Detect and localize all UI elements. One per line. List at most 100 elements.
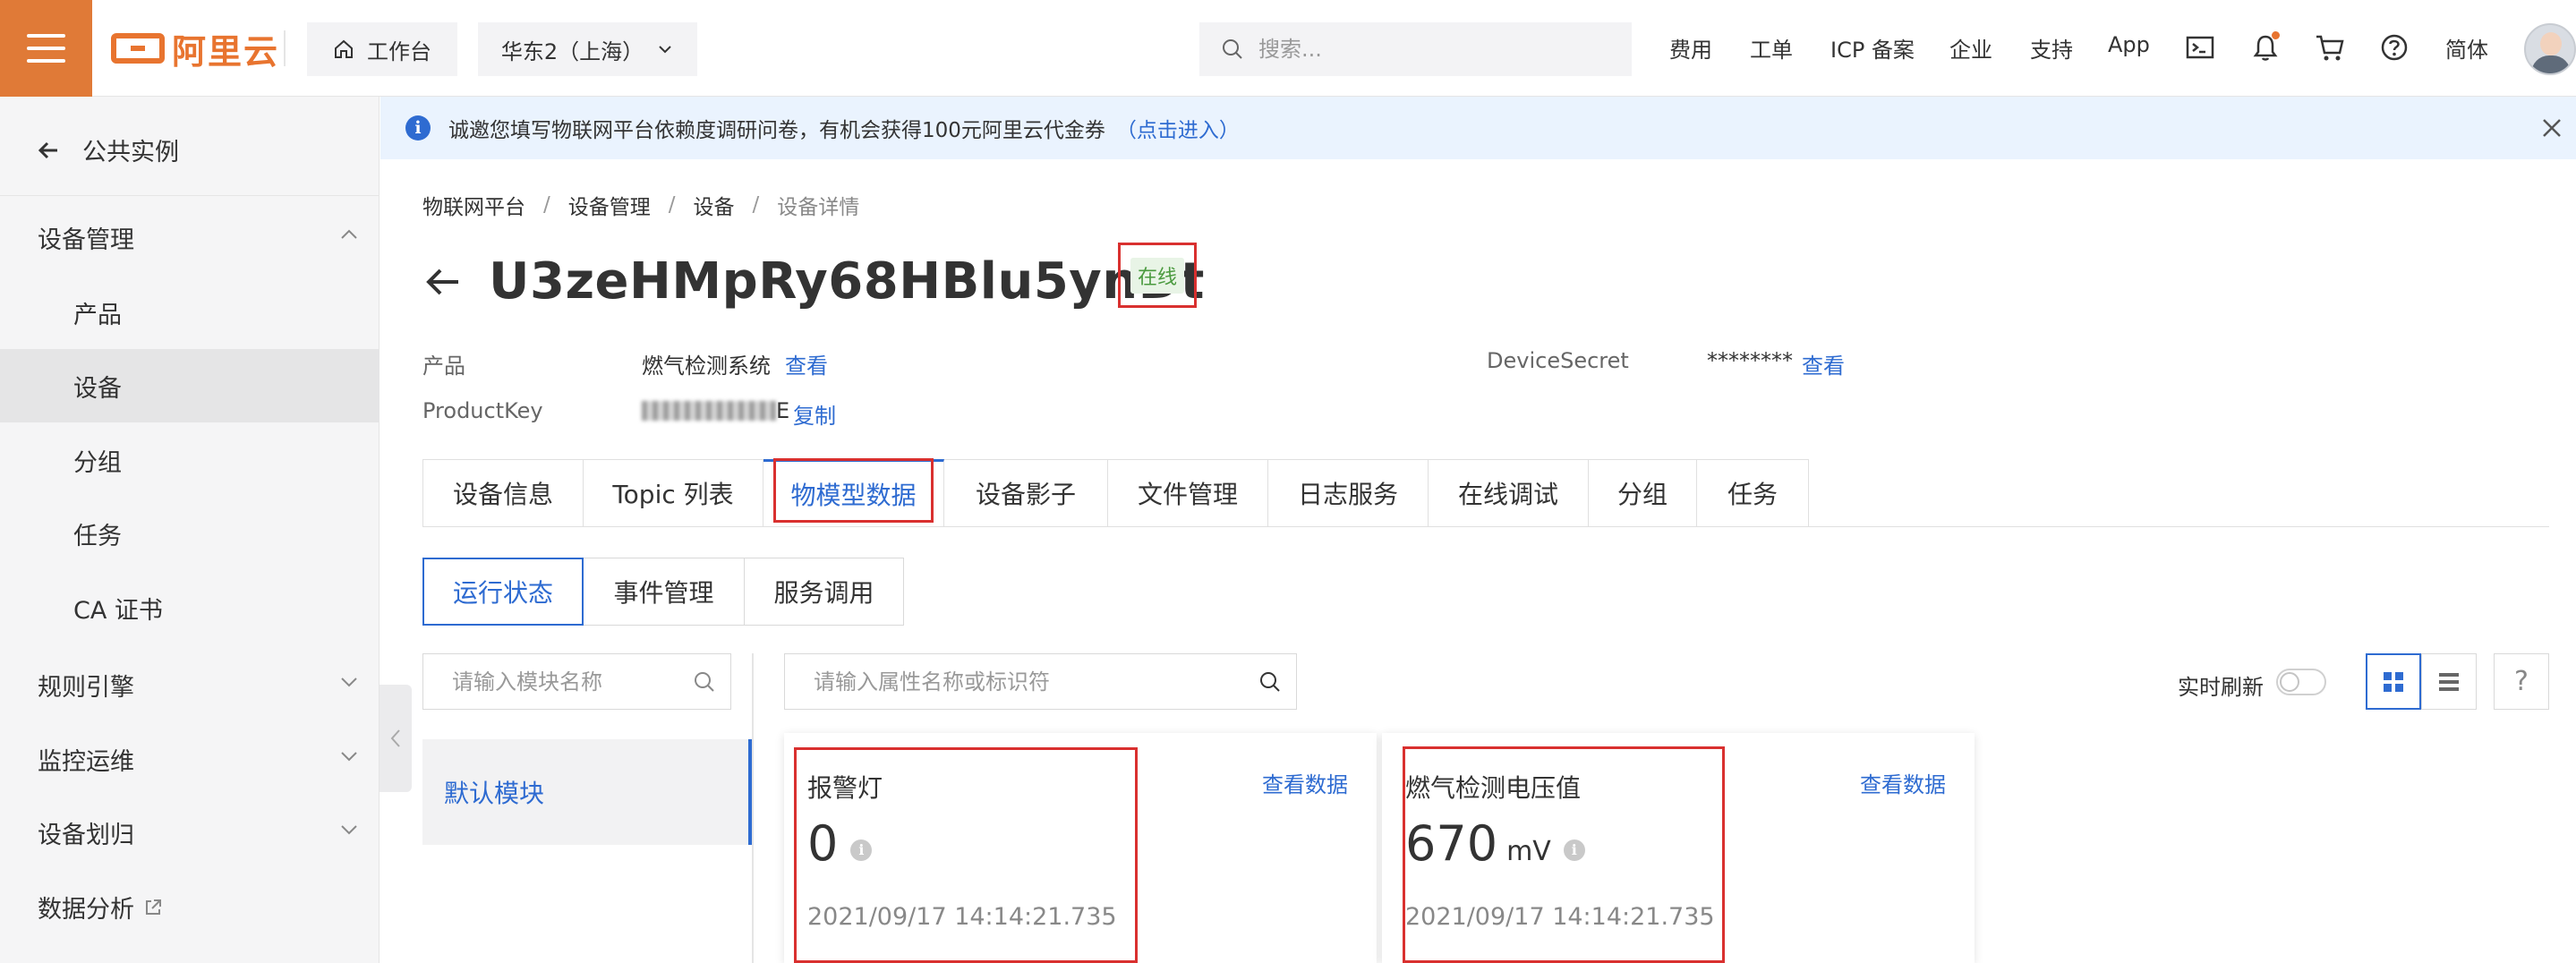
tab-task[interactable]: 任务 [1697, 459, 1809, 527]
sidebar-item-group[interactable]: 分组 [0, 423, 380, 497]
nav-fees[interactable]: 费用 [1669, 32, 1712, 64]
tab-log-service[interactable]: 日志服务 [1268, 459, 1429, 527]
sidebar-item-task[interactable]: 任务 [0, 497, 380, 570]
view-data-link[interactable]: 查看数据 [1860, 767, 1946, 798]
global-search[interactable] [1199, 22, 1632, 76]
close-icon[interactable] [2539, 115, 2564, 141]
list-view-button[interactable] [2421, 653, 2477, 710]
survey-notice: i 诚邀您填写物联网平台依赖度调研问卷，有机会获得100元阿里云代金券 （点击进… [380, 97, 2576, 159]
subtab-event-mgmt[interactable]: 事件管理 [584, 558, 745, 626]
region-label: 华东2（上海） [500, 38, 644, 64]
breadcrumb-device-detail: 设备详情 [777, 196, 860, 219]
sidebar-group-device-assign[interactable]: 设备划归 [38, 815, 134, 850]
tab-device-shadow[interactable]: 设备影子 [944, 459, 1108, 527]
back-arrow-icon[interactable] [422, 262, 462, 302]
breadcrumb-device-mgmt[interactable]: 设备管理 [568, 190, 651, 220]
tab-online-debug[interactable]: 在线调试 [1429, 459, 1589, 527]
tab-group[interactable]: 分组 [1589, 459, 1697, 527]
chevron-down-icon[interactable] [337, 744, 362, 769]
sidebar-item-label: CA 证书 [73, 596, 163, 625]
devicesecret-view-link[interactable]: 查看 [1802, 348, 1845, 379]
cart-icon[interactable] [2314, 31, 2346, 64]
breadcrumb-iot-platform[interactable]: 物联网平台 [422, 190, 525, 220]
menu-button[interactable] [0, 0, 92, 97]
external-link-icon [146, 899, 161, 915]
productkey-value: E [642, 398, 789, 423]
sidebar-group-device-mgmt[interactable]: 设备管理 [38, 220, 134, 255]
avatar-body [2531, 55, 2571, 73]
breadcrumb-sep: / [752, 193, 760, 217]
chevron-up-icon[interactable] [337, 222, 362, 247]
workbench-button[interactable]: 工作台 [307, 22, 457, 76]
terminal-icon[interactable] [2184, 31, 2216, 64]
nav-icp[interactable]: ICP 备案 [1830, 32, 1915, 64]
search-input[interactable] [1258, 37, 1599, 62]
chevron-down-icon[interactable] [337, 817, 362, 842]
sidebar-group-analytics[interactable]: 数据分析 [38, 890, 163, 925]
module-search-input[interactable] [452, 669, 685, 695]
module-search[interactable] [422, 653, 731, 710]
tab-topic-list[interactable]: Topic 列表 [584, 459, 763, 527]
productkey-tail: E [776, 398, 790, 423]
notice-text: 诚邀您填写物联网平台依赖度调研问卷，有机会获得100元阿里云代金券 [448, 119, 1105, 142]
help-button[interactable]: ? [2494, 653, 2549, 710]
status-highlight: 在线 [1118, 243, 1197, 308]
sidebar-item-ca-cert[interactable]: CA 证书 [0, 571, 380, 644]
module-item-default[interactable]: 默认模块 [422, 739, 752, 845]
tab-device-info[interactable]: 设备信息 [422, 459, 584, 527]
search-icon [1260, 672, 1280, 692]
sidebar-collapse-handle[interactable] [380, 685, 412, 792]
realtime-refresh-toggle[interactable] [2276, 669, 2326, 695]
sidebar-group-rules[interactable]: 规则引擎 [38, 668, 134, 703]
notice-link[interactable]: （点击进入） [1116, 113, 1240, 143]
tabs-baseline [1809, 526, 2549, 527]
nav-app[interactable]: App [2108, 32, 2150, 57]
logo-icon [111, 33, 165, 64]
realtime-refresh-label: 实时刷新 [2178, 675, 2264, 700]
card-highlight [1403, 746, 1725, 963]
nav-tickets[interactable]: 工单 [1750, 32, 1793, 64]
grid-view-button[interactable] [2366, 653, 2421, 710]
workbench-label: 工作台 [367, 38, 431, 64]
breadcrumb-sep: / [543, 193, 550, 217]
breadcrumb: 物联网平台 / 设备管理 / 设备 / 设备详情 [422, 190, 859, 220]
breadcrumb-device[interactable]: 设备 [694, 190, 735, 220]
language-switch[interactable]: 简体 [2445, 32, 2488, 64]
analytics-label: 数据分析 [38, 896, 134, 924]
tab-file-mgmt[interactable]: 文件管理 [1108, 459, 1268, 527]
search-icon [1223, 39, 1242, 59]
arrow-left-icon [38, 141, 57, 158]
search-icon [695, 672, 714, 692]
product-view-link[interactable]: 查看 [785, 348, 828, 379]
sidebar-item-product[interactable]: 产品 [0, 276, 380, 349]
region-select[interactable]: 华东2（上海） [478, 22, 697, 76]
chevron-down-icon[interactable] [337, 669, 362, 695]
nav-enterprise[interactable]: 企业 [1949, 32, 1992, 64]
sidebar-group-monitor[interactable]: 监控运维 [38, 742, 134, 777]
top-bar: 阿里云 工作台 华东2（上海） 费用 工单 ICP 备案 企业 支持 App 简… [0, 0, 2576, 97]
help-icon[interactable] [2378, 31, 2410, 64]
menu-icon [27, 34, 65, 38]
product-value: 燃气检测系统 [642, 354, 771, 379]
notification-bell-icon[interactable] [2249, 31, 2282, 64]
back-to-public-instance[interactable]: 公共实例 [36, 132, 179, 167]
nav-support[interactable]: 支持 [2030, 32, 2073, 64]
sidebar-item-device[interactable]: 设备 [0, 349, 380, 422]
sidebar-item-label: 产品 [73, 301, 122, 329]
subtab-service-call[interactable]: 服务调用 [745, 558, 904, 626]
productkey-label: ProductKey [422, 398, 543, 423]
subtab-runtime-status[interactable]: 运行状态 [422, 558, 584, 626]
product-label: 产品 [422, 354, 465, 379]
chevron-down-icon [659, 46, 671, 54]
aliyun-logo[interactable]: 阿里云 [111, 27, 280, 72]
grid-icon [2384, 671, 2403, 692]
view-data-link[interactable]: 查看数据 [1262, 767, 1348, 798]
user-avatar[interactable] [2524, 23, 2576, 75]
copy-productkey-link[interactable]: 复制 [793, 398, 836, 430]
property-search[interactable] [784, 653, 1297, 710]
logo-text: 阿里云 [172, 31, 280, 72]
property-search-input[interactable] [814, 669, 1243, 695]
sub-tabs: 运行状态 事件管理 服务调用 [422, 558, 904, 626]
module-divider [752, 653, 754, 963]
devicesecret-value: ******** [1707, 348, 1793, 373]
